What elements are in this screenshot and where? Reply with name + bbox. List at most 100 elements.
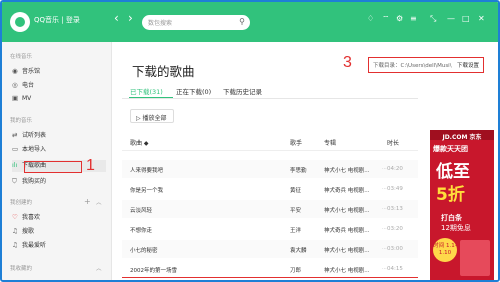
- column-header-artist[interactable]: 歌手: [290, 138, 302, 147]
- sidebar-item-playlist-2[interactable]: ♫ 我最爱听: [12, 240, 106, 252]
- song-duration: 04:15: [387, 266, 403, 272]
- app-title[interactable]: QQ音乐 | 登录: [34, 15, 80, 25]
- maximize-icon[interactable]: □: [462, 14, 470, 23]
- mini-mode-icon[interactable]: ⤡: [430, 14, 436, 24]
- song-title: 人来得要我吧: [130, 168, 164, 174]
- table-row[interactable]: 人来得要我吧 李思勤 神犬小七 电视剧... ··· 04:20: [122, 160, 418, 178]
- sidebar-item-mv[interactable]: ▣ MV: [12, 94, 106, 106]
- song-title: 小七的秘密: [130, 248, 158, 254]
- sidebar-item-music-hall[interactable]: ◉ 音乐馆: [12, 66, 106, 78]
- song-artist[interactable]: 平安: [290, 206, 301, 214]
- song-album[interactable]: 神犬小七 电视剧...: [324, 246, 370, 254]
- tab-downloaded[interactable]: 已下载(31): [130, 86, 163, 96]
- main-panel: 下载的歌曲 3 下载目录：C:\Users\dell\Musi\ 下载设置 已下…: [112, 42, 498, 280]
- song-duration: 03:20: [387, 226, 403, 232]
- trial-list-icon: ⇄: [12, 131, 18, 139]
- jd-advertisement[interactable]: JD.COM 京东 爆款天天团 低至 5折 打白条 12期免息 时间 1.1-1…: [430, 130, 494, 280]
- song-title: 不想你走: [130, 228, 153, 234]
- sidebar-item-playlist-1[interactable]: ♫ 搜歌: [12, 226, 106, 238]
- song-artist[interactable]: 袁大麟: [290, 246, 307, 254]
- back-arrow-icon[interactable]: ‹: [114, 11, 119, 25]
- sidebar-item-label: 电台: [22, 82, 35, 89]
- song-title: 2002年的第一场雪: [130, 268, 177, 274]
- table-row[interactable]: 不想你走 王洋 神犬奇兵 电视剧... ··· 03:20: [122, 220, 418, 238]
- download-settings-link[interactable]: 下载设置: [457, 61, 479, 69]
- table-row[interactable]: 2002年的第一场雪 刀郎 神犬小七 电视剧... ··· 04:15: [122, 260, 418, 278]
- sidebar-item-trial-list[interactable]: ⇄ 试听列表: [12, 130, 106, 142]
- column-header-song[interactable]: 歌曲 ◆: [130, 138, 149, 147]
- wifi-icon[interactable]: ⌔: [382, 14, 390, 24]
- sidebar: 在线音乐 ◉ 音乐馆 ◎ 电台 ▣ MV 我的音乐 ⇄ 试听列表 ▭ 本地导入 ılı 下载…: [2, 42, 112, 280]
- song-duration: 03:49: [387, 186, 403, 192]
- search-input[interactable]: 数包搜索 ⚲: [142, 15, 250, 30]
- song-duration: 04:20: [387, 166, 403, 172]
- sidebar-item-label: 搜歌: [22, 228, 35, 235]
- add-playlist-icon[interactable]: +: [84, 197, 91, 206]
- highlight-box-downloads: [24, 161, 82, 173]
- table-row[interactable]: 小七的秘密 袁大麟 神犬小七 电视剧... ··· 03:00: [122, 240, 418, 258]
- ad-big-text-2: 5折: [436, 185, 465, 205]
- ad-big-text-1: 低至: [436, 162, 470, 182]
- collapse-chevron-icon[interactable]: ︿: [96, 198, 102, 206]
- qq-music-logo[interactable]: [10, 12, 30, 32]
- minimize-icon[interactable]: —: [447, 14, 455, 23]
- local-import-icon: ▭: [12, 145, 19, 153]
- page-title: 下载的歌曲: [132, 64, 195, 79]
- download-directory-path: 下载目录：C:\Users\dell\Musi\: [373, 63, 452, 69]
- skin-icon[interactable]: ♢: [367, 14, 374, 23]
- song-album[interactable]: 神犬奇兵 电视剧...: [324, 186, 370, 194]
- sidebar-item-label: 试听列表: [22, 132, 47, 139]
- song-album[interactable]: 神犬奇兵 电视剧...: [324, 226, 370, 234]
- ad-headline: 爆款天天团: [433, 145, 468, 153]
- song-artist[interactable]: 王洋: [290, 226, 301, 234]
- song-artist[interactable]: 黄征: [290, 186, 301, 194]
- collapse-chevron-icon[interactable]: ︿: [96, 264, 102, 272]
- song-duration: 03:00: [387, 246, 403, 252]
- music-hall-icon: ◉: [12, 67, 18, 75]
- purchased-icon: ⛉: [12, 177, 17, 185]
- ad-brand: JD.COM 京东: [430, 130, 494, 141]
- ad-line-2: 打白条: [441, 214, 462, 222]
- table-row[interactable]: 云淡风轻 平安 神犬小七 电视剧... ··· 03:13: [122, 200, 418, 218]
- sidebar-item-label: 我最爱听: [22, 242, 47, 249]
- playlist-icon: ♫: [12, 227, 18, 235]
- annotation-number-1: 1: [86, 157, 95, 174]
- sidebar-item-label: 我喜欢: [22, 214, 41, 221]
- song-album[interactable]: 神犬小七 电视剧...: [324, 266, 370, 274]
- heart-icon: ♡: [12, 213, 18, 221]
- song-album[interactable]: 神犬小七 电视剧...: [324, 166, 370, 174]
- forward-arrow-icon[interactable]: ›: [128, 11, 133, 25]
- song-duration: 03:13: [387, 206, 403, 212]
- sidebar-item-label: MV: [22, 95, 32, 102]
- search-icon[interactable]: ⚲: [239, 17, 245, 26]
- column-header-album[interactable]: 专辑: [324, 138, 336, 147]
- sidebar-item-purchased[interactable]: ⛉ 我购买的: [12, 176, 106, 188]
- header-divider: [122, 150, 418, 151]
- table-row[interactable]: 你是另一个我 黄征 神犬奇兵 电视剧... ··· 03:49: [122, 180, 418, 198]
- song-artist[interactable]: 刀郎: [290, 266, 301, 274]
- menu-icon[interactable]: ≡: [410, 14, 417, 23]
- sidebar-item-label: 我购买的: [22, 178, 47, 185]
- sidebar-item-label: 音乐馆: [22, 68, 41, 75]
- sidebar-item-favorites[interactable]: ♡ 我喜欢: [12, 212, 106, 224]
- tab-download-history[interactable]: 下载历史记录: [223, 86, 262, 96]
- song-title: 你是另一个我: [130, 188, 164, 194]
- section-my-music: 我的音乐: [10, 118, 33, 124]
- column-header-duration[interactable]: 时长: [387, 138, 399, 147]
- sidebar-item-local-import[interactable]: ▭ 本地导入: [12, 144, 106, 156]
- annotation-number-3: 3: [343, 54, 352, 71]
- tab-downloading[interactable]: 正在下载(0): [176, 86, 211, 96]
- download-directory-box: 下载目录：C:\Users\dell\Musi\ 下载设置: [368, 57, 484, 73]
- top-bar: QQ音乐 | 登录 ‹ › 数包搜索 ⚲ ♢ ⌔ ⚙ ≡ ⤡ — □ ✕: [2, 2, 498, 42]
- sidebar-item-radio[interactable]: ◎ 电台: [12, 80, 106, 92]
- tabs-divider: [122, 98, 418, 99]
- song-artist[interactable]: 李思勤: [290, 166, 307, 174]
- ad-line-3: 12期免息: [441, 224, 471, 232]
- settings-icon[interactable]: ⚙: [396, 14, 403, 23]
- close-icon[interactable]: ✕: [478, 14, 485, 23]
- song-album[interactable]: 神犬小七 电视剧...: [324, 206, 370, 214]
- section-online-music: 在线音乐: [10, 54, 33, 60]
- mv-icon: ▣: [12, 94, 19, 102]
- section-created-playlists: 我创建的: [10, 200, 33, 206]
- play-all-button[interactable]: ▷ 播放全部: [130, 109, 174, 123]
